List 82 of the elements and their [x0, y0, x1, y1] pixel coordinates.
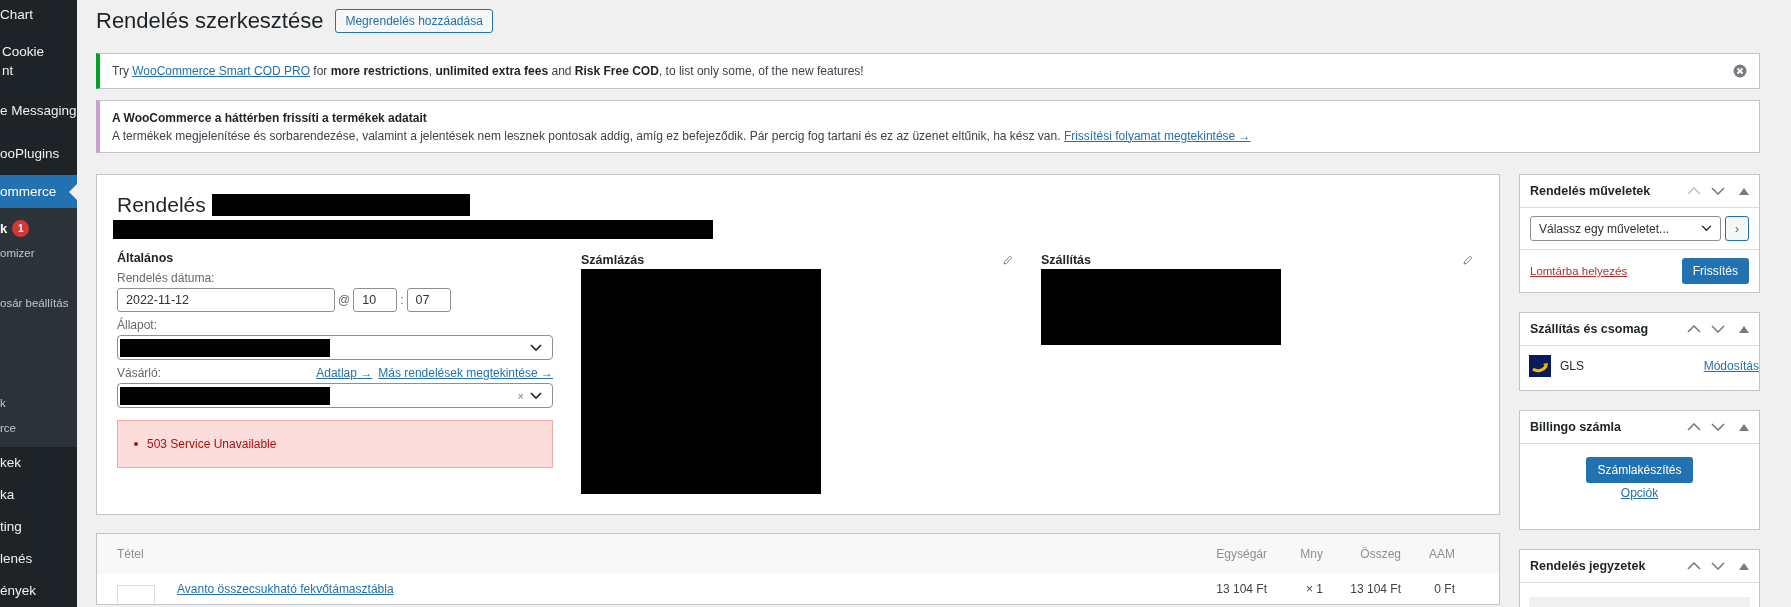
table-cell-text: 0 Ft: [1433, 582, 1455, 596]
move-down-icon[interactable]: [1711, 187, 1725, 195]
submenu-item[interactable]: osár beállítás: [0, 291, 69, 316]
page-title: Rendelés szerkesztése: [96, 8, 324, 34]
column-header: Egységár: [1215, 547, 1267, 561]
create-invoice-button[interactable]: Számlakészítés: [1586, 457, 1693, 483]
metabox-title: Billingo számla: [1530, 420, 1622, 434]
column-header: Mny: [1299, 547, 1323, 561]
submenu-item[interactable]: omizer: [0, 241, 35, 266]
product-thumbnail: [117, 584, 155, 606]
sidebar-item[interactable]: ooPlugins: [0, 132, 77, 175]
chevron-down-icon: [530, 343, 542, 352]
table-cell-text: × 1: [1305, 582, 1323, 596]
collapse-icon[interactable]: [1739, 423, 1749, 431]
move-up-icon[interactable]: [1687, 423, 1701, 431]
customer-link[interactable]: Más rendelések megtekintése →: [378, 366, 553, 380]
carrier-name: GLS: [1560, 359, 1584, 373]
move-up-icon[interactable]: [1687, 325, 1701, 333]
section-heading: Szállítás: [1041, 252, 1092, 267]
move-up-icon[interactable]: [1687, 562, 1701, 570]
collapse-icon[interactable]: [1739, 562, 1749, 570]
submenu-item[interactable]: k: [0, 391, 6, 416]
move-down-icon[interactable]: [1711, 562, 1725, 570]
move-down-icon[interactable]: [1711, 325, 1725, 333]
count-badge: 1: [12, 220, 30, 237]
chevron-down-icon: [530, 391, 542, 400]
date-field[interactable]: 2022-11-12: [117, 288, 335, 312]
section-heading: Általános: [117, 251, 175, 265]
submenu-item[interactable]: k: [0, 216, 8, 241]
progress-link[interactable]: Frissítési folyamat megtekintése →: [1063, 128, 1251, 143]
notice-text: A termékek megjelenítése és sorbarendezése, valamint a jelentések nem lesznek pontosak addig, amíg ez befejeződik. Pár percig fog tartani és ez az üzenet eltűnik, ha kész van. Frissítési folyamat megtekintése →: [112, 128, 1251, 143]
table-cell-text: 13 104 Ft: [1215, 582, 1267, 596]
field-label: Állapot:: [117, 318, 159, 332]
sidebar-item[interactable]: ommerce: [0, 175, 77, 208]
apply-button[interactable]: ›: [1725, 216, 1749, 241]
close-icon[interactable]: [1733, 64, 1747, 78]
sidebar-item[interactable]: ka: [0, 479, 77, 511]
bullet-icon: [134, 442, 138, 446]
order-heading: Rendelés: [117, 193, 206, 217]
notice-text: Try WooCommerce Smart COD PRO for more restrictions, unlimited extra fees and Risk Free COD, to list only some, of the new features!: [112, 64, 864, 78]
collapse-icon[interactable]: [1739, 325, 1749, 333]
sidebar-item[interactable]: ények: [0, 575, 77, 607]
sidebar-item[interactable]: Chart: [0, 0, 77, 33]
sidebar-item[interactable]: e Messaging: [0, 89, 77, 132]
add-order-button[interactable]: Megrendelés hozzáadása: [335, 9, 493, 33]
column-header: Összeg: [1359, 547, 1401, 561]
column-header: Tétel: [117, 547, 145, 561]
chevron-down-icon: [1701, 225, 1712, 232]
minute-field[interactable]: 07: [406, 288, 451, 312]
notice-title: A WooCommerce a háttérben frissíti a termékek adatait: [112, 110, 428, 125]
at-sign: @: [338, 293, 351, 307]
metabox-title: Rendelés műveletek: [1530, 184, 1652, 198]
customer-link[interactable]: Adatlap →: [316, 366, 373, 380]
column-header: AAM: [1428, 547, 1455, 561]
pencil-icon[interactable]: [1003, 254, 1013, 265]
action-select[interactable]: Válassz egy műveletet...: [1530, 216, 1721, 241]
field-label: Rendelés dátuma:: [117, 271, 216, 285]
sidebar-item[interactable]: kek: [0, 447, 77, 479]
update-button[interactable]: Frissítés: [1681, 258, 1749, 284]
carrier-logo-icon: [1529, 355, 1551, 377]
trash-link[interactable]: Lomtárba helyezés: [1530, 265, 1628, 277]
metabox-title: Szállítás és csomag: [1530, 322, 1650, 336]
field-label: Vásárló:: [117, 366, 162, 380]
product-link[interactable]: Avanto összecsukható fekvőtámasztábla: [177, 582, 1211, 596]
error-message: 503 Service Unavailable: [147, 437, 277, 451]
collapse-icon[interactable]: [1739, 187, 1749, 195]
section-heading: Számlázás: [581, 252, 645, 267]
table-cell-text: 13 104 Ft: [1349, 582, 1401, 596]
status-select[interactable]: [117, 335, 553, 360]
sidebar-item[interactable]: lenés: [0, 543, 77, 575]
submenu-item[interactable]: rce: [0, 416, 16, 441]
sidebar-item[interactable]: ting: [0, 511, 77, 543]
time-separator: :: [400, 293, 404, 307]
sidebar-item[interactable]: Cookie nt: [0, 33, 77, 89]
plugin-link[interactable]: WooCommerce Smart COD PRO: [132, 64, 311, 78]
move-down-icon[interactable]: [1711, 423, 1725, 431]
metabox-title: Rendelés jegyzetek: [1530, 559, 1647, 573]
pencil-icon[interactable]: [1463, 254, 1473, 265]
options-link[interactable]: Opciók: [1620, 486, 1659, 500]
hour-field[interactable]: 10: [353, 288, 398, 312]
customer-select[interactable]: ×: [117, 383, 553, 408]
modify-link[interactable]: Módosítás: [1703, 359, 1759, 373]
